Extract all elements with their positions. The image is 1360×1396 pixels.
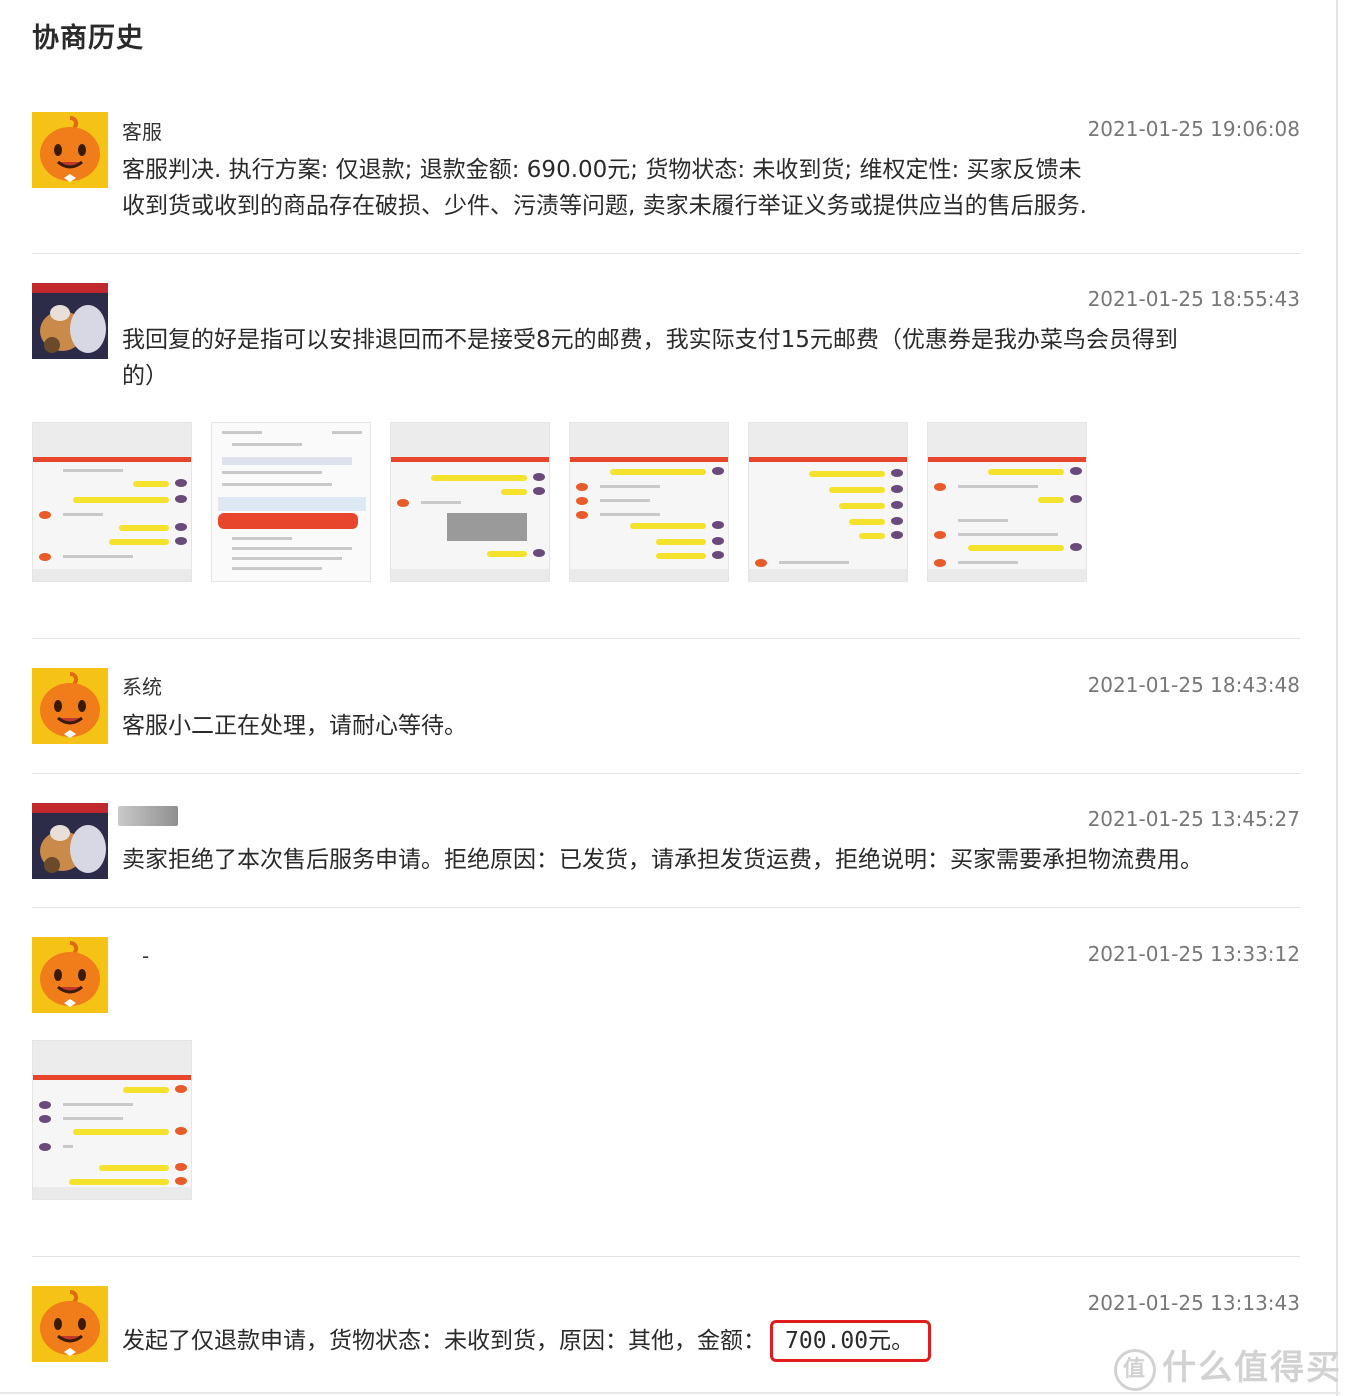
divider <box>32 773 1300 774</box>
attachment-thumbnail[interactable] <box>569 422 729 582</box>
mascot-avatar <box>32 937 108 1013</box>
mascot-avatar <box>32 668 108 744</box>
attachment-thumbnail[interactable] <box>32 422 192 582</box>
page-right-border <box>1336 0 1338 1396</box>
page-bottom-border <box>0 1392 1340 1394</box>
message-line: 我回复的好是指可以安排退回而不是接受8元的邮费，我实际支付15元邮费（优惠券是我… <box>122 327 1178 353</box>
entry-author: 客服 <box>122 120 162 144</box>
message-line: 客服判决. 执行方案: 仅退款; 退款金额: 690.00元; 货物状态: 未收… <box>122 157 1082 183</box>
message-text: 发起了仅退款申请，货物状态：未收到货，原因：其他，金额： <box>122 1328 766 1354</box>
attachment-thumbnail[interactable] <box>748 422 908 582</box>
mascot-icon <box>32 1286 108 1362</box>
entry-timestamp: 2021-01-25 18:55:43 <box>1087 287 1300 311</box>
divider <box>32 907 1300 908</box>
message-line: 的） <box>122 363 168 389</box>
divider <box>32 1256 1300 1257</box>
redacted-name <box>118 806 178 826</box>
entry-message: 客服小二正在处理，请耐心等待。 <box>122 713 467 739</box>
entry-timestamp: 2021-01-25 18:43:48 <box>1087 673 1300 697</box>
message-line: 收到货或收到的商品存在破损、少件、污渍等问题, 卖家未履行举证义务或提供应当的售… <box>122 193 1087 219</box>
entry-timestamp: 2021-01-25 13:13:43 <box>1087 1291 1300 1315</box>
entry-message: 客服判决. 执行方案: 仅退款; 退款金额: 690.00元; 货物状态: 未收… <box>122 152 1302 224</box>
mascot-avatar <box>32 112 108 188</box>
user-avatar <box>32 283 108 359</box>
entry-message: 我回复的好是指可以安排退回而不是接受8元的邮费，我实际支付15元邮费（优惠券是我… <box>122 322 1302 394</box>
watermark-text: 什么值得买 <box>1162 1348 1342 1388</box>
attachment-thumbnail[interactable] <box>211 422 371 582</box>
divider <box>32 638 1300 639</box>
mascot-icon <box>32 112 108 188</box>
page-title: 协商历史 <box>32 23 144 54</box>
mascot-avatar <box>32 1286 108 1362</box>
attachment-thumbnail[interactable] <box>32 1040 192 1200</box>
watermark: 值什么值得买 <box>1114 1340 1342 1391</box>
entry-timestamp: 2021-01-25 19:06:08 <box>1087 117 1300 141</box>
divider <box>32 253 1300 254</box>
attachment-thumbnail[interactable] <box>927 422 1087 582</box>
attachment-thumbnail[interactable] <box>390 422 550 582</box>
entry-author: - <box>142 944 150 968</box>
user-photo-icon <box>32 803 108 879</box>
mascot-icon <box>32 937 108 1013</box>
entry-timestamp: 2021-01-25 13:45:27 <box>1087 807 1300 831</box>
refund-amount-highlight: 700.00元。 <box>770 1320 932 1362</box>
user-photo-icon <box>32 283 108 359</box>
mascot-icon <box>32 668 108 744</box>
entry-author: 系统 <box>122 675 162 699</box>
entry-timestamp: 2021-01-25 13:33:12 <box>1087 942 1300 966</box>
entry-message: 卖家拒绝了本次售后服务申请。拒绝原因：已发货，请承担发货运费，拒绝说明：买家需要… <box>122 847 1203 873</box>
watermark-logo-icon: 值 <box>1114 1348 1156 1391</box>
user-avatar <box>32 803 108 879</box>
